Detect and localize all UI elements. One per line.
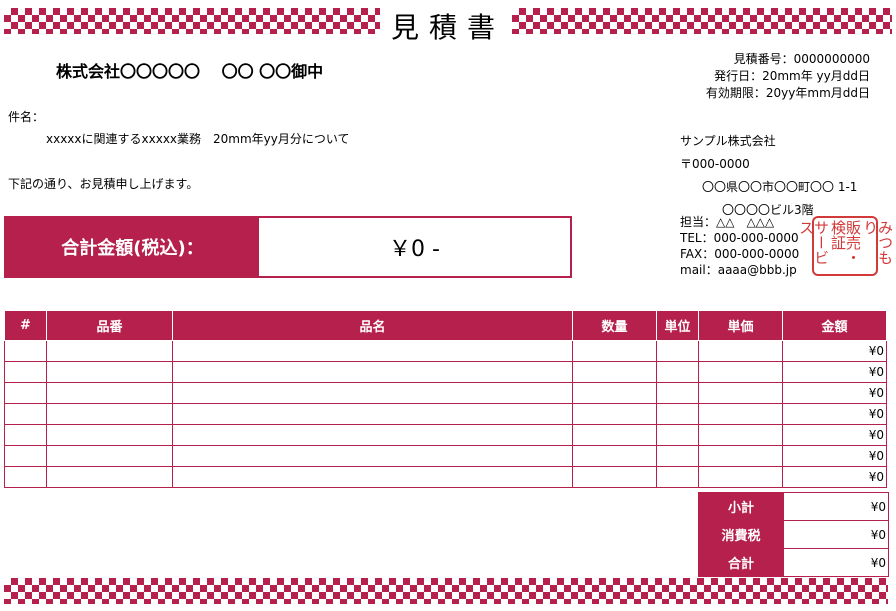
subtotal-row: 小計 ¥0 [698,492,889,521]
contact-mail: mail：aaaa@bbb.jp [680,263,797,277]
row-amount: ¥0 [782,445,887,467]
sender-company: サンプル株式会社 [680,134,776,148]
footer-pattern [4,578,888,604]
subtotal-label: 小計 [698,492,784,521]
subject-text: xxxxxに関連するxxxxx業務 20mm年yy月分について [46,132,350,146]
tax-value: ¥0 [783,520,889,549]
table-header-row: # 品番 品名 数量 単位 単価 金額 [4,310,887,341]
row-amount: ¥0 [782,403,887,425]
seal-text-3: サービス [797,220,830,265]
company-seal: みつもり 販売・検証 サービス [797,216,894,276]
sender-postal: 〒000-0000 [680,157,750,171]
notice-text: 下記の通り、お見積申し上げます。 [8,177,199,191]
col-header-no: # [4,310,47,341]
row-amount: ¥0 [782,361,887,383]
grand-total-value: ¥0 [783,548,889,577]
issue-date-label: 発行日： [714,69,763,83]
contact-block: 担当：△△ △△△ TEL：000-000-0000 FAX：000-000-0… [680,214,799,278]
estimate-number-label: 見積番号： [733,52,794,66]
total-amount-value: ￥0 - [389,237,440,262]
estimate-number: 0000000000 [793,52,870,66]
row-amount: ¥0 [782,466,887,488]
col-header-qty: 数量 [572,310,657,341]
col-header-price: 単価 [698,310,783,341]
contact-person: 担当：△△ △△△ [680,215,775,229]
grand-total-label: 合計 [698,548,784,577]
table-row: ¥0 [4,424,887,446]
subject-label: 件名： [8,110,45,124]
sender-block: サンプル株式会社 〒000-0000 〇〇県〇〇市〇〇町〇〇 1-1 〇〇〇〇ビ… [680,130,857,222]
header-pattern-right [512,8,892,34]
table-row: ¥0 [4,361,887,383]
header-pattern-left [4,8,380,34]
expiry-date: 20yy年mm月dd日 [765,86,870,100]
row-amount: ¥0 [782,424,887,446]
table-row: ¥0 [4,340,887,362]
row-amount: ¥0 [782,340,887,362]
col-header-item: 品名 [172,310,573,341]
table-row: ¥0 [4,466,887,488]
tax-row: 消費税 ¥0 [698,520,889,549]
col-header-unit: 単位 [656,310,699,341]
subtotal-value: ¥0 [783,492,889,521]
grand-total-row: 合計 ¥0 [698,548,889,577]
contact-tel: TEL：000-000-0000 [680,231,799,245]
client-name: 株式会社〇〇〇〇〇 〇〇 〇〇御中 [56,62,324,81]
table-row: ¥0 [4,382,887,404]
expiry-label: 有効期限： [705,86,766,100]
total-amount-label: 合計金額(税込)： [6,218,259,276]
seal-text-2: 販売・検証 [829,220,862,265]
seal-text-1: みつもり [861,220,894,265]
summary-table: 小計 ¥0 消費税 ¥0 合計 ¥0 [698,492,889,577]
col-header-code: 品番 [46,310,173,341]
issue-date: 20mm年 yy月dd日 [762,69,870,83]
contact-fax: FAX：000-000-0000 [680,247,800,261]
sender-address: 〇〇県〇〇市〇〇町〇〇 1-1 [702,180,858,194]
col-header-amount: 金額 [782,310,887,341]
table-row: ¥0 [4,445,887,467]
tax-label: 消費税 [698,520,784,549]
table-row: ¥0 [4,403,887,425]
estimate-meta: 見積番号：0000000000 発行日：20mm年 yy月dd日 有効期限：20… [706,51,870,102]
items-table: # 品番 品名 数量 単位 単価 金額 ¥0 ¥0 ¥0 ¥0 ¥0 ¥0 ¥0 [4,310,887,488]
total-amount-box: 合計金額(税込)： ￥0 - [4,216,572,278]
row-amount: ¥0 [782,382,887,404]
document-title: 見積書 [390,11,505,44]
